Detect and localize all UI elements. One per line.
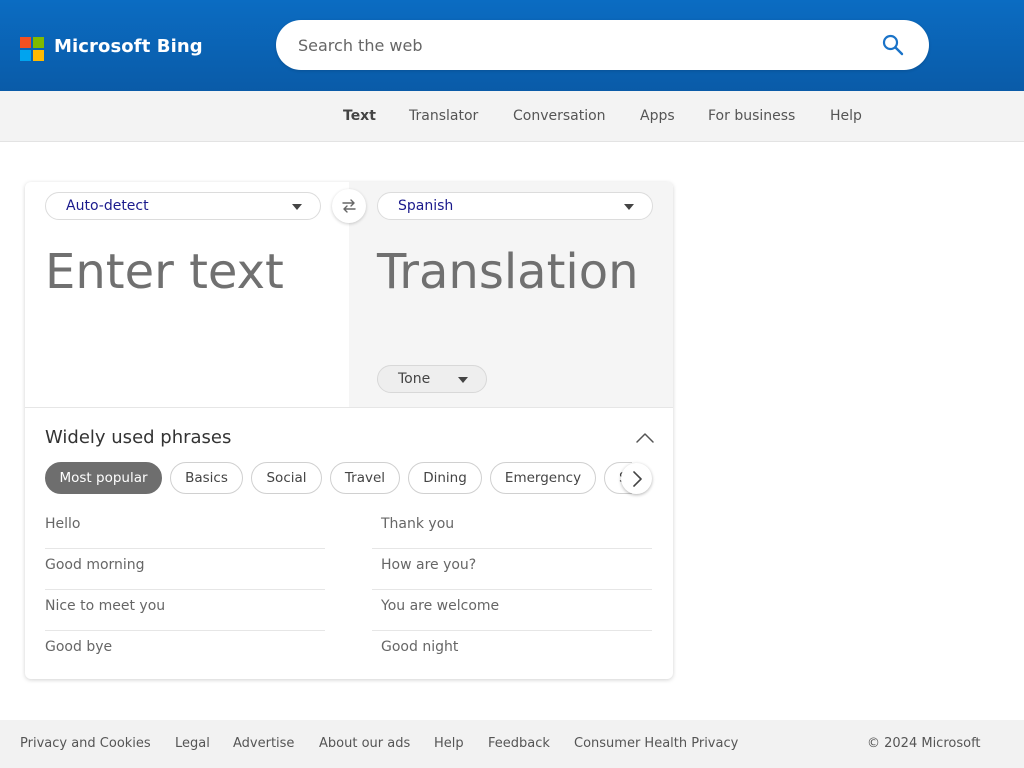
chevron-right-icon[interactable] xyxy=(621,463,652,494)
phrase-item[interactable]: Hello xyxy=(45,508,325,549)
source-text-input[interactable]: Enter text xyxy=(45,244,284,300)
phrase-item[interactable]: Nice to meet you xyxy=(45,590,325,631)
search-icon[interactable] xyxy=(881,33,905,57)
target-language-label: Spanish xyxy=(398,198,454,214)
footer-link-health-privacy[interactable]: Consumer Health Privacy xyxy=(574,736,738,751)
chevron-up-icon[interactable] xyxy=(634,430,656,446)
footer-link-about-ads[interactable]: About our ads xyxy=(319,736,410,751)
category-chip-emergency[interactable]: Emergency xyxy=(490,462,596,494)
target-language-select[interactable]: Spanish xyxy=(377,192,653,220)
phrase-text: Good morning xyxy=(45,557,145,573)
footer-link-advertise[interactable]: Advertise xyxy=(233,736,294,751)
nav-tab-help[interactable]: Help xyxy=(830,108,862,124)
copyright: © 2024 Microsoft xyxy=(867,736,981,751)
phrase-text: Good night xyxy=(381,639,459,655)
microsoft-logo[interactable] xyxy=(20,37,44,61)
category-chip-basics[interactable]: Basics xyxy=(170,462,243,494)
logo-square-blue xyxy=(20,50,31,61)
category-chip-social[interactable]: Social xyxy=(251,462,322,494)
logo-square-green xyxy=(33,37,44,48)
section-divider xyxy=(25,407,673,408)
nav-tab-translator[interactable]: Translator xyxy=(409,108,478,124)
brand-name[interactable]: Microsoft Bing xyxy=(54,36,203,57)
logo-square-red xyxy=(20,37,31,48)
phrase-item[interactable]: How are you? xyxy=(372,549,652,590)
category-chip-most-popular[interactable]: Most popular xyxy=(45,462,162,494)
chevron-down-icon xyxy=(292,204,302,210)
phrase-text: How are you? xyxy=(381,557,477,573)
translation-output: Translation xyxy=(377,244,639,300)
tone-label: Tone xyxy=(398,371,431,387)
search-input[interactable] xyxy=(296,33,856,57)
source-language-label: Auto-detect xyxy=(66,198,149,214)
category-chip-travel[interactable]: Travel xyxy=(330,462,400,494)
swap-arrows-icon xyxy=(342,199,356,213)
nav-tab-text[interactable]: Text xyxy=(343,108,376,124)
phrase-text: Good bye xyxy=(45,639,113,655)
footer: Privacy and Cookies Legal Advertise Abou… xyxy=(0,720,1024,768)
search-box xyxy=(276,20,929,70)
source-language-select[interactable]: Auto-detect xyxy=(45,192,321,220)
phrase-item[interactable]: Good bye xyxy=(45,631,325,672)
category-chip-dining[interactable]: Dining xyxy=(408,462,482,494)
nav-tab-for-business[interactable]: For business xyxy=(708,108,795,124)
nav-tab-conversation[interactable]: Conversation xyxy=(513,108,606,124)
phrase-item[interactable]: Good night xyxy=(372,631,652,672)
phrase-text: Hello xyxy=(45,516,81,532)
nav-tab-apps[interactable]: Apps xyxy=(640,108,675,124)
chevron-down-icon xyxy=(458,377,468,383)
swap-languages-button[interactable] xyxy=(332,189,366,223)
phrase-item[interactable]: Thank you xyxy=(372,508,652,549)
footer-link-privacy[interactable]: Privacy and Cookies xyxy=(20,736,151,751)
footer-link-help[interactable]: Help xyxy=(434,736,464,751)
chevron-down-icon xyxy=(624,204,634,210)
logo-square-yellow xyxy=(33,50,44,61)
phrase-text: You are welcome xyxy=(381,598,500,614)
translator-nav: Text Translator Conversation Apps For bu… xyxy=(0,91,1024,142)
phrase-item[interactable]: Good morning xyxy=(45,549,325,590)
phrases-title: Widely used phrases xyxy=(45,427,232,448)
phrase-text: Thank you xyxy=(381,516,455,532)
phrase-item[interactable]: You are welcome xyxy=(372,590,652,631)
footer-link-feedback[interactable]: Feedback xyxy=(488,736,550,751)
header-bar: Microsoft Bing xyxy=(0,0,1024,91)
phrase-text: Nice to meet you xyxy=(45,598,166,614)
footer-link-legal[interactable]: Legal xyxy=(175,736,210,751)
tone-select[interactable]: Tone xyxy=(377,365,487,393)
translator-card: Auto-detect Spanish Enter text Translati… xyxy=(25,182,673,679)
